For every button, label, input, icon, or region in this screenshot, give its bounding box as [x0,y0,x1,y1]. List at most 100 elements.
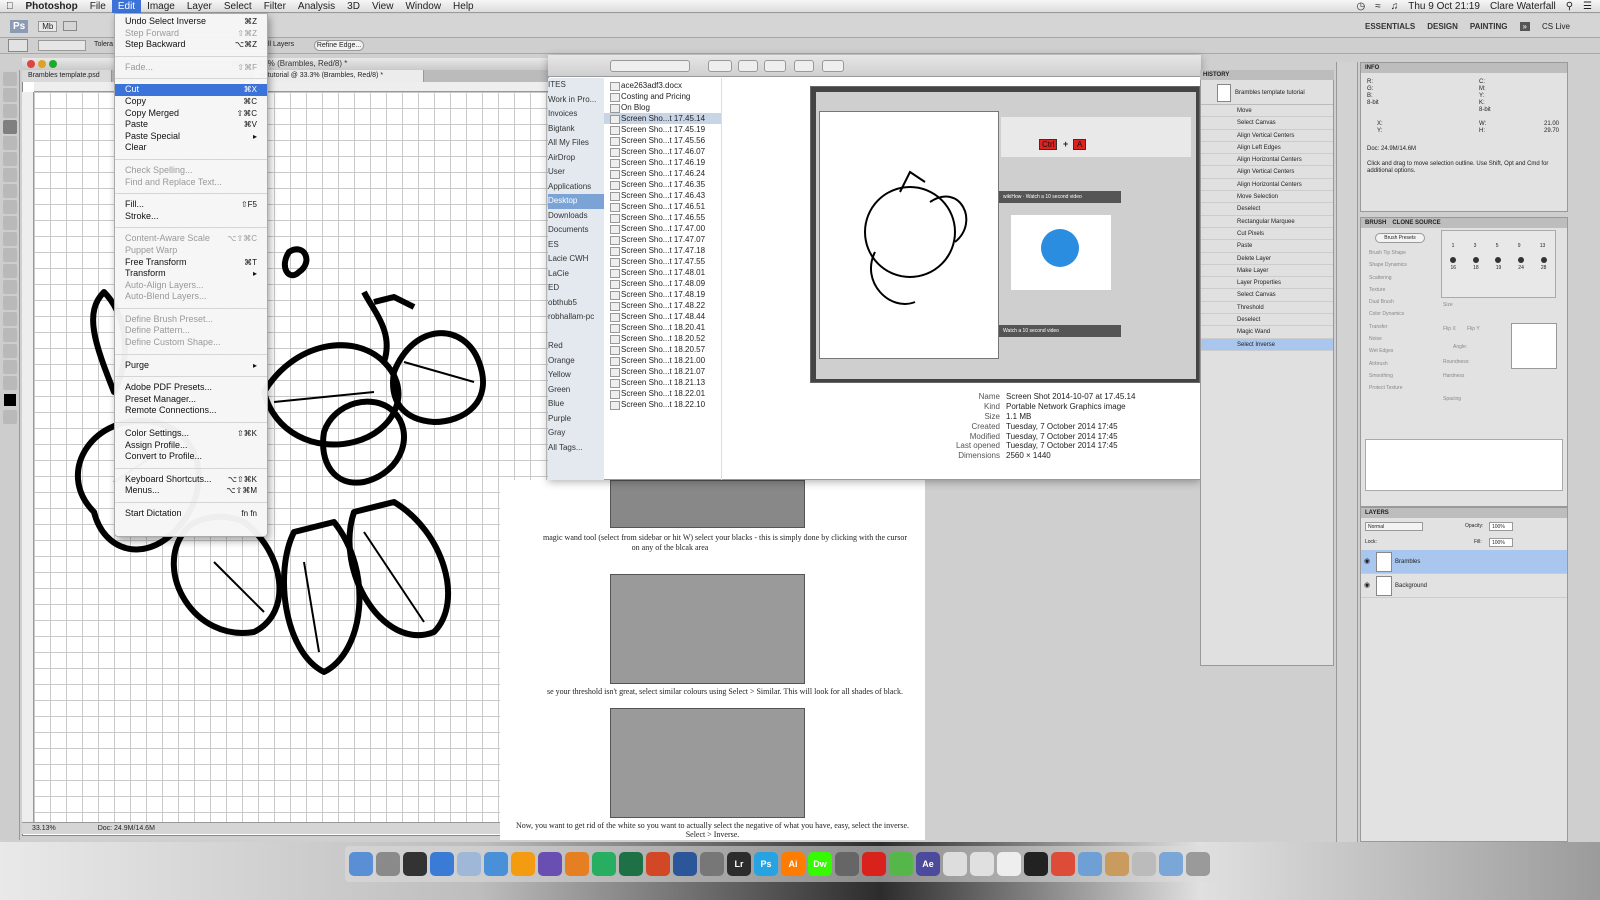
menu-item-free-transform[interactable]: Free Transform ⌘T [115,257,267,269]
dock-ai-icon[interactable]: Ai [781,852,805,876]
file-item[interactable]: On Blog [604,102,721,113]
stamp-tool-icon[interactable] [3,200,17,214]
menu-select[interactable]: Select [218,0,258,13]
menu-item-stroke[interactable]: Stroke... [115,211,267,223]
history-step-rectangular-marquee[interactable]: Rectangular Marquee [1201,216,1333,228]
history-step-paste[interactable]: Paste [1201,240,1333,253]
file-item[interactable]: ace263adf3.docx [604,80,721,91]
history-step-threshold[interactable]: Threshold [1201,302,1333,315]
dock-powerpoint-icon[interactable] [646,852,670,876]
history-panel-title[interactable]: HISTORY [1200,70,1334,80]
file-item[interactable]: Screen Sho...t 17.47.55 [604,256,721,267]
menu-item-cut[interactable]: Cut ⌘X [115,84,267,96]
dock-photos-icon[interactable] [970,852,994,876]
dock-vlc-icon[interactable] [511,852,535,876]
sidebar-item-ites[interactable]: ITES [548,78,604,93]
workspace-painting[interactable]: PAINTING [1470,22,1508,31]
dock-finder-icon[interactable] [349,852,373,876]
history-step-layer-properties[interactable]: Layer Properties [1201,277,1333,290]
sidebar-item-obthub5[interactable]: obthub5 [548,296,604,311]
spacing-checkbox[interactable]: Spacing [1443,396,1461,402]
more-workspaces-icon[interactable]: » [1519,21,1530,31]
refine-edge-button[interactable]: Refine Edge... [314,40,364,51]
clock[interactable]: Thu 9 Oct 21:19 [1408,0,1480,13]
history-step-delete-layer[interactable]: Delete Layer [1201,253,1333,265]
layer-visibility-eye-icon[interactable]: ◉ [1364,574,1370,598]
sidebar-item-work-in-pro[interactable]: Work in Pro... [548,93,604,108]
file-item[interactable]: Screen Sho...t 17.48.09 [604,278,721,289]
menu-item-transform[interactable]: Transform ▸ [115,268,267,280]
move-tool-icon[interactable] [3,72,17,86]
file-item[interactable]: Screen Sho...t 17.47.00 [604,223,721,234]
dock-downloads-icon[interactable] [1159,852,1183,876]
menu-filter[interactable]: Filter [258,0,292,13]
dock-pages-icon[interactable] [565,852,589,876]
menu-item-copy-merged[interactable]: Copy Merged ⇧⌘C [115,108,267,120]
file-item[interactable]: Screen Sho...t 18.21.13 [604,377,721,388]
menu-view[interactable]: View [366,0,400,13]
zoom-window-icon[interactable] [49,60,57,68]
menu-item-paste[interactable]: Paste ⌘V [115,119,267,131]
layer-visibility-eye-icon[interactable]: ◉ [1364,550,1370,574]
history-step-align-left-edges[interactable]: Align Left Edges [1201,142,1333,155]
brush-tip-grid[interactable]: 1 3 5 9 13 16 18 19 24 28 [1441,230,1556,298]
history-step-move-selection[interactable]: Move Selection [1201,191,1333,204]
menu-help[interactable]: Help [447,0,480,13]
tab-clone-source[interactable]: CLONE SOURCE [1392,218,1440,228]
layer-row-brambles[interactable]: ◉ Brambles [1361,550,1567,574]
history-step-deselect[interactable]: Deselect [1201,314,1333,327]
gradient-tool-icon[interactable] [3,248,17,262]
file-item[interactable]: Screen Sho...t 18.20.52 [604,333,721,344]
file-item[interactable]: Screen Sho...t 17.47.07 [604,234,721,245]
file-item[interactable]: Screen Sho...t 17.48.19 [604,289,721,300]
volume-icon[interactable]: ♫ [1391,0,1399,13]
quick-look-icon[interactable] [794,60,814,72]
dock-dw-icon[interactable]: Dw [808,852,832,876]
file-item[interactable]: Screen Sho...t 17.47.18 [604,245,721,256]
dock-utilities-icon[interactable] [700,852,724,876]
brush-presets-button[interactable]: Brush Presets [1375,233,1425,243]
file-item[interactable]: Screen Sho...t 17.45.56 [604,135,721,146]
sidebar-item-desktop[interactable]: Desktop [548,194,604,209]
layer-row-background[interactable]: ◉ Background [1361,574,1567,598]
dock-chrome-icon[interactable] [1051,852,1075,876]
history-step-align-horizontal-centers[interactable]: Align Horizontal Centers [1201,154,1333,167]
file-item[interactable]: Screen Sho...t 18.20.41 [604,322,721,333]
file-item[interactable]: Screen Sho...t 17.46.24 [604,168,721,179]
file-item[interactable]: Screen Sho...t 18.22.01 [604,388,721,399]
dock-textedit-icon[interactable] [943,852,967,876]
pen-tool-icon[interactable] [3,280,17,294]
brush-option-transfer[interactable]: Transfer [1369,324,1439,336]
eraser-tool-icon[interactable] [3,232,17,246]
tool-preset-icon[interactable] [8,39,28,52]
file-item[interactable]: Screen Sho...t 17.48.44 [604,311,721,322]
menu-item-color-settings[interactable]: Color Settings... ⇧⌘K [115,428,267,440]
document-title[interactable]: ial @ 33.3% (Brambles, Red/8) * [22,58,557,70]
history-step-cut-pixels[interactable]: Cut Pixels [1201,228,1333,241]
brush-option-airbrush[interactable]: Airbrush [1369,361,1439,373]
history-step-deselect[interactable]: Deselect [1201,203,1333,216]
sidebar-item-lacie-cwh[interactable]: Lacie CWH [548,252,604,267]
sidebar-item-red[interactable]: Red [548,339,604,354]
flip-y-checkbox[interactable]: Flip Y [1467,326,1480,332]
gear-icon[interactable] [822,60,844,72]
dock-ae-icon[interactable]: Ae [916,852,940,876]
file-item[interactable]: Screen Sho...t 17.46.07 [604,146,721,157]
menu-item-paste-special[interactable]: Paste Special ▸ [115,131,267,143]
dock-dashboard-icon[interactable] [403,852,427,876]
dock-acrobat-icon[interactable] [862,852,886,876]
spotlight-icon[interactable]: ⚲ [1566,0,1573,13]
menu-window[interactable]: Window [399,0,447,13]
tab-brush[interactable]: BRUSH [1365,218,1386,228]
dock-safari-icon[interactable] [430,852,454,876]
minimize-window-icon[interactable] [38,60,46,68]
file-item[interactable]: Screen Sho...t 17.46.19 [604,157,721,168]
file-item[interactable]: Screen Sho...t 18.21.07 [604,366,721,377]
menu-app-name[interactable]: Photoshop [20,0,84,13]
menu-3d[interactable]: 3D [341,0,366,13]
sidebar-item-invoices[interactable]: Invoices [548,107,604,122]
sidebar-item-green[interactable]: Green [548,383,604,398]
menu-item-copy[interactable]: Copy ⌘C [115,96,267,108]
sidebar-item-purple[interactable]: Purple [548,412,604,427]
menu-item-preset-manager[interactable]: Preset Manager... [115,394,267,406]
